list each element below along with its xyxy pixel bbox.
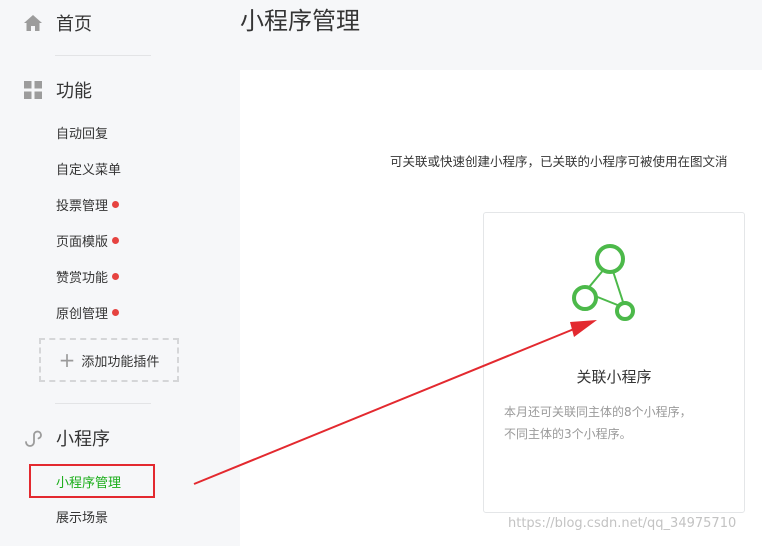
- card-title: 关联小程序: [576, 368, 652, 386]
- sidebar-item-original[interactable]: 原创管理: [56, 303, 120, 322]
- plus-icon: +: [58, 348, 76, 372]
- home-icon: [22, 12, 44, 34]
- new-badge-dot: [112, 201, 120, 208]
- card-desc-line: 不同主体的3个小程序。: [504, 427, 632, 441]
- miniprogram-icon: [22, 427, 44, 449]
- new-badge-dot: [112, 309, 120, 316]
- sidebar-item-label: 页面模版: [56, 235, 109, 250]
- add-plugin-button[interactable]: + 添加功能插件: [39, 338, 179, 382]
- divider: [55, 55, 151, 56]
- sidebar-item-auto-reply[interactable]: 自动回复: [56, 123, 108, 142]
- nav-features-label: 功能: [56, 81, 92, 102]
- sidebar-item-display-scene[interactable]: 展示场景: [56, 507, 108, 526]
- card-description: 本月还可关联同主体的8个小程序， 不同主体的3个小程序。: [504, 401, 729, 445]
- new-badge-dot: [112, 273, 120, 280]
- sidebar-item-label: 小程序管理: [56, 475, 122, 491]
- sidebar-item-label: 原创管理: [56, 307, 109, 322]
- sidebar-item-label: 赞赏功能: [56, 271, 109, 286]
- sidebar-item-miniprogram-manage[interactable]: 小程序管理: [29, 464, 155, 498]
- nav-features: 功能: [22, 77, 92, 103]
- nav-miniprogram-label: 小程序: [56, 429, 110, 450]
- watermark: https://blog.csdn.net/qq_34975710: [508, 516, 737, 531]
- sidebar-item-label: 自动回复: [56, 127, 109, 142]
- sidebar-item-reward[interactable]: 赞赏功能: [56, 267, 120, 286]
- nav-miniprogram: 小程序: [22, 425, 110, 451]
- page-title: 小程序管理: [240, 7, 360, 35]
- sidebar-item-label: 展示场景: [56, 511, 109, 526]
- nav-home[interactable]: 首页: [22, 10, 92, 36]
- sidebar-item-label: 投票管理: [56, 199, 109, 214]
- main-panel: 可关联或快速创建小程序，已关联的小程序可被使用在图文消 关联小程序 本月还可关联…: [240, 70, 762, 546]
- sidebar-item-label: 自定义菜单: [56, 163, 122, 178]
- hint-text: 可关联或快速创建小程序，已关联的小程序可被使用在图文消: [390, 154, 728, 169]
- grid-icon: [22, 79, 44, 101]
- sidebar-item-vote[interactable]: 投票管理: [56, 195, 120, 214]
- divider: [55, 403, 151, 404]
- card-desc-line: 本月还可关联同主体的8个小程序，: [504, 405, 692, 419]
- nav-home-label: 首页: [56, 14, 92, 35]
- link-nodes-icon: [568, 239, 658, 333]
- sidebar: 首页 功能 自动回复 自定义菜单 投票管理 页面模版 赞赏功能 原创管理 + 添…: [0, 0, 240, 546]
- sidebar-item-custom-menu[interactable]: 自定义菜单: [56, 159, 121, 178]
- link-miniprogram-card[interactable]: 关联小程序 本月还可关联同主体的8个小程序， 不同主体的3个小程序。: [483, 212, 745, 513]
- sidebar-item-page-template[interactable]: 页面模版: [56, 231, 120, 250]
- new-badge-dot: [112, 237, 120, 244]
- add-plugin-label: 添加功能插件: [81, 354, 160, 370]
